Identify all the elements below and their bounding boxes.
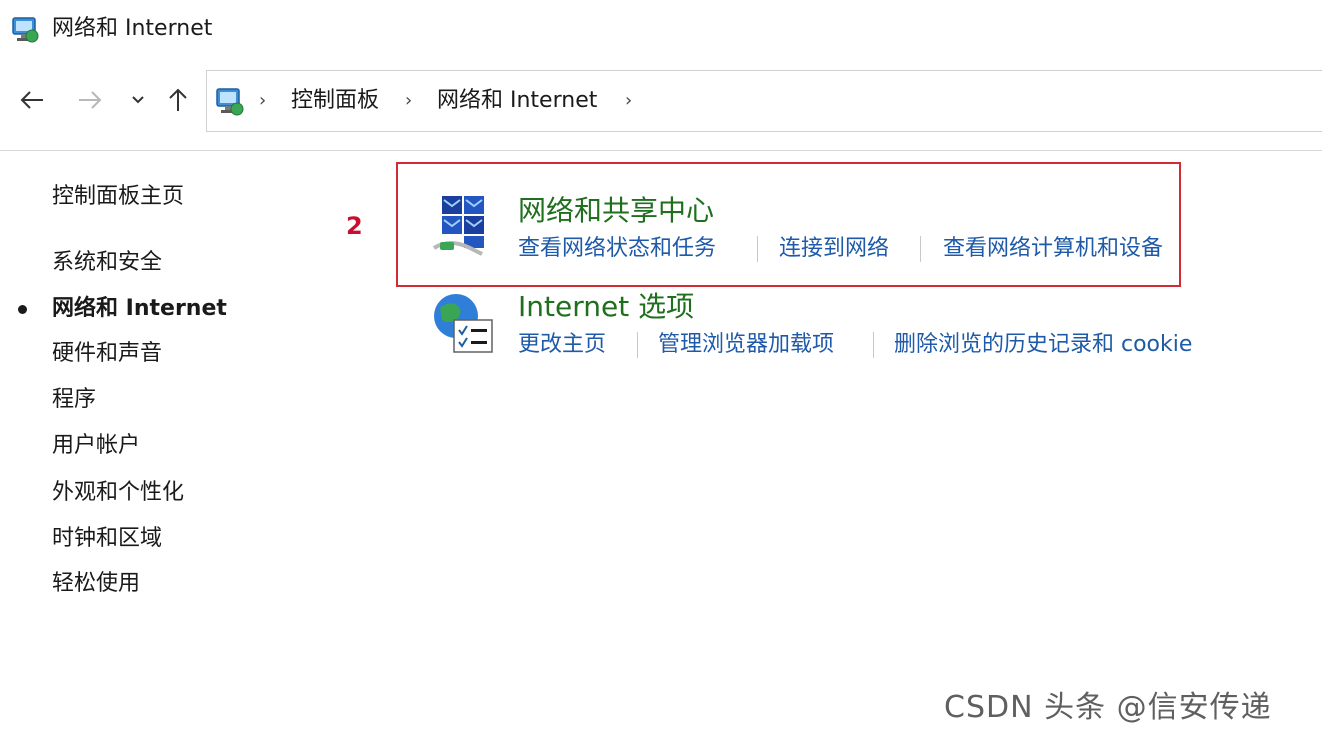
breadcrumb-separator[interactable]: › xyxy=(405,89,412,113)
sidebar-item-programs[interactable]: 程序 xyxy=(52,385,96,415)
navigation-bar: › 控制面板 › 网络和 Internet › xyxy=(0,68,1322,134)
network-sharing-center-title[interactable]: 网络和共享中心 xyxy=(518,192,714,230)
forward-button[interactable] xyxy=(72,82,108,118)
internet-options-title[interactable]: Internet 选项 xyxy=(518,288,694,326)
sidebar: 控制面板主页 系统和安全 网络和 Internet 硬件和声音 程序 用户帐户 … xyxy=(0,151,380,746)
delete-browsing-history-link[interactable]: 删除浏览的历史记录和 cookie xyxy=(894,330,1192,360)
sidebar-item-ease-of-access[interactable]: 轻松使用 xyxy=(52,569,140,599)
back-button[interactable] xyxy=(14,82,50,118)
active-bullet xyxy=(18,305,27,314)
sidebar-item-network-internet[interactable]: 网络和 Internet xyxy=(52,294,227,324)
network-sharing-center-icon[interactable] xyxy=(430,192,494,258)
view-network-computers-link[interactable]: 查看网络计算机和设备 xyxy=(943,234,1163,264)
breadcrumb-control-panel[interactable]: 控制面板 xyxy=(291,86,379,116)
up-button[interactable] xyxy=(160,82,196,118)
address-bar[interactable]: › 控制面板 › 网络和 Internet › xyxy=(206,70,1322,132)
connect-to-network-link[interactable]: 连接到网络 xyxy=(779,234,889,264)
title-bar: 网络和 Internet xyxy=(0,0,1322,60)
breadcrumb-separator[interactable]: › xyxy=(625,89,632,113)
recent-locations-button[interactable] xyxy=(124,82,152,118)
sidebar-item-hardware-sound[interactable]: 硬件和声音 xyxy=(52,339,162,369)
view-network-status-link[interactable]: 查看网络状态和任务 xyxy=(518,234,716,264)
breadcrumb-separator: › xyxy=(259,90,267,111)
link-separator xyxy=(757,236,758,262)
highlight-box xyxy=(396,162,1181,287)
control-panel-icon xyxy=(213,85,245,117)
arrow-right-icon xyxy=(79,91,102,109)
watermark: CSDN 头条 @信安传递 xyxy=(944,690,1272,725)
change-homepage-link[interactable]: 更改主页 xyxy=(518,330,606,360)
sidebar-home-link[interactable]: 控制面板主页 xyxy=(52,182,184,212)
control-panel-window: 网络和 Internet › 控制面板 › 网络和 Internet › 控制面… xyxy=(0,0,1322,746)
network-internet-icon xyxy=(10,14,40,44)
arrow-up-icon xyxy=(169,88,187,111)
step-number-annotation: 2 xyxy=(346,212,363,240)
sidebar-item-appearance[interactable]: 外观和个性化 xyxy=(52,478,184,508)
internet-options-icon[interactable] xyxy=(430,290,496,356)
sidebar-item-user-accounts[interactable]: 用户帐户 xyxy=(52,431,140,461)
arrow-left-icon xyxy=(20,91,43,109)
link-separator xyxy=(637,332,638,358)
breadcrumb-network-internet[interactable]: 网络和 Internet xyxy=(437,86,597,116)
window-title: 网络和 Internet xyxy=(52,16,213,41)
manage-addons-link[interactable]: 管理浏览器加载项 xyxy=(658,330,834,360)
chevron-down-icon xyxy=(132,96,144,104)
link-separator xyxy=(920,236,921,262)
sidebar-item-system-security[interactable]: 系统和安全 xyxy=(52,248,162,278)
sidebar-item-clock-region[interactable]: 时钟和区域 xyxy=(52,524,162,554)
link-separator xyxy=(873,332,874,358)
